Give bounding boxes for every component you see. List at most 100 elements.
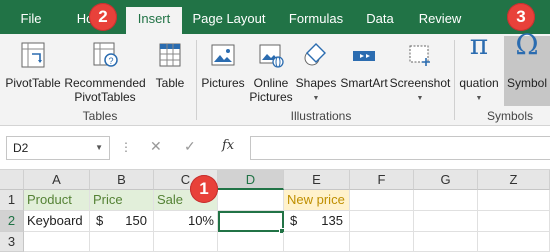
formula-bar: D2 ▼ ⋮ ✕ ✓ fx — [0, 126, 550, 170]
more-options-icon[interactable]: ⋮ — [120, 140, 132, 154]
smartart-button[interactable]: SmartArt — [338, 36, 390, 108]
spreadsheet-grid: A B C D E F G Z 1 2 3 Product Price Sale… — [0, 170, 550, 252]
cell-e3[interactable] — [284, 232, 350, 252]
column-header-a[interactable]: A — [24, 170, 90, 190]
symbol-button[interactable]: Ω Symbol — [504, 28, 550, 106]
equation-button[interactable]: π quation ▼ — [456, 28, 502, 108]
equation-dropdown-icon: ▼ — [475, 95, 483, 102]
pictures-icon — [209, 40, 237, 73]
column-header-g[interactable]: G — [414, 170, 478, 190]
ribbon-separator — [196, 40, 197, 120]
cell-f3[interactable] — [350, 232, 414, 252]
pictures-label: Pictures — [201, 76, 245, 90]
smartart-icon — [350, 40, 378, 73]
ribbon: PivotTable ? Recommended PivotTables Tab… — [0, 28, 550, 126]
select-all-corner[interactable] — [0, 170, 24, 190]
step-badge-2: 2 — [89, 3, 117, 31]
cell-c3[interactable] — [154, 232, 218, 252]
tab-file[interactable]: File — [14, 7, 48, 34]
screenshot-button[interactable]: Screenshot ▼ — [388, 36, 452, 108]
cell-z3[interactable] — [478, 232, 550, 252]
cell-b2[interactable]: $ 150 — [90, 211, 154, 232]
name-box[interactable]: D2 ▼ — [6, 136, 110, 160]
chevron-down-icon[interactable]: ▼ — [95, 137, 103, 159]
cell-f1[interactable] — [350, 190, 414, 211]
omega-icon: Ω — [515, 28, 539, 61]
cell-a3[interactable] — [24, 232, 90, 252]
cell-f2[interactable] — [350, 211, 414, 232]
cell-a1[interactable]: Product — [24, 190, 90, 211]
menu-bar: File Ho Insert Page Layout Formulas Data… — [0, 0, 550, 34]
column-header-b[interactable]: B — [90, 170, 154, 190]
insert-function-icon[interactable]: fx — [222, 138, 234, 153]
pictures-button[interactable]: Pictures — [198, 36, 248, 108]
cell-c2[interactable]: 10% — [154, 211, 218, 232]
cell-d1[interactable] — [218, 190, 284, 211]
online-pictures-label-1: Online — [253, 76, 289, 90]
shapes-button[interactable]: Shapes ▼ — [294, 36, 338, 108]
cell-e1[interactable]: New price — [284, 190, 350, 211]
cell-b2-value: 150 — [125, 213, 147, 228]
row-header-1[interactable]: 1 — [0, 190, 24, 211]
symbol-label: Symbol — [506, 76, 547, 90]
screenshot-icon — [406, 40, 434, 73]
pi-icon: π — [469, 28, 489, 61]
currency-symbol: $ — [96, 213, 104, 228]
row-header-3[interactable]: 3 — [0, 232, 24, 252]
smartart-label: SmartArt — [340, 76, 388, 90]
pivottable-button[interactable]: PivotTable — [4, 36, 62, 108]
recommended-label-1: Recommended — [64, 76, 146, 90]
formula-input[interactable] — [250, 136, 550, 160]
step-badge-3: 3 — [507, 3, 535, 31]
tab-formulas[interactable]: Formulas — [284, 7, 348, 34]
cell-b1[interactable]: Price — [90, 190, 154, 211]
cell-z1[interactable] — [478, 190, 550, 211]
shapes-icon — [302, 40, 330, 73]
tab-insert[interactable]: Insert — [126, 7, 182, 34]
cell-d3[interactable] — [218, 232, 284, 252]
name-box-value: D2 — [13, 141, 29, 155]
recommended-pivottables-button[interactable]: ? Recommended PivotTables — [64, 36, 146, 108]
ribbon-separator — [454, 40, 455, 120]
cell-d2-active[interactable] — [218, 211, 284, 232]
tab-page-layout[interactable]: Page Layout — [190, 7, 268, 34]
table-icon — [156, 40, 184, 73]
recommended-pivottables-icon: ? — [91, 40, 119, 73]
cell-a2[interactable]: Keyboard — [24, 211, 90, 232]
recommended-label-2: PivotTables — [74, 90, 136, 104]
equation-label: quation — [459, 76, 499, 90]
online-pictures-label-2: Pictures — [249, 90, 293, 104]
screenshot-dropdown-icon: ▼ — [416, 95, 424, 102]
cell-g3[interactable] — [414, 232, 478, 252]
cell-b3[interactable] — [90, 232, 154, 252]
tab-review[interactable]: Review — [416, 7, 464, 34]
column-header-f[interactable]: F — [350, 170, 414, 190]
cell-g1[interactable] — [414, 190, 478, 211]
screenshot-label: Screenshot — [389, 76, 451, 90]
enter-icon[interactable]: ✓ — [184, 138, 196, 155]
online-pictures-button[interactable]: Online Pictures — [248, 36, 294, 108]
svg-text:?: ? — [109, 56, 114, 66]
cell-e2[interactable]: $ 135 — [284, 211, 350, 232]
column-header-d[interactable]: D — [218, 170, 284, 190]
shapes-label: Shapes — [295, 76, 337, 90]
cancel-icon[interactable]: ✕ — [150, 138, 162, 155]
cell-e2-value: 135 — [321, 213, 343, 228]
currency-symbol: $ — [290, 213, 298, 228]
row-header-2[interactable]: 2 — [0, 211, 24, 232]
shapes-dropdown-icon: ▼ — [312, 95, 320, 102]
tables-group-label: Tables — [82, 109, 118, 123]
column-header-z[interactable]: Z — [478, 170, 550, 190]
tab-data[interactable]: Data — [364, 7, 396, 34]
cell-z2[interactable] — [478, 211, 550, 232]
online-pictures-icon — [257, 40, 285, 73]
pivottable-label: PivotTable — [5, 76, 61, 90]
column-header-e[interactable]: E — [284, 170, 350, 190]
table-button[interactable]: Table — [150, 36, 190, 108]
cell-g2[interactable] — [414, 211, 478, 232]
symbols-group-label: Symbols — [486, 109, 533, 123]
pivottable-icon — [19, 40, 47, 73]
step-badge-1: 1 — [190, 175, 218, 203]
illustrations-group-label: Illustrations — [290, 109, 352, 123]
table-label: Table — [155, 76, 185, 90]
